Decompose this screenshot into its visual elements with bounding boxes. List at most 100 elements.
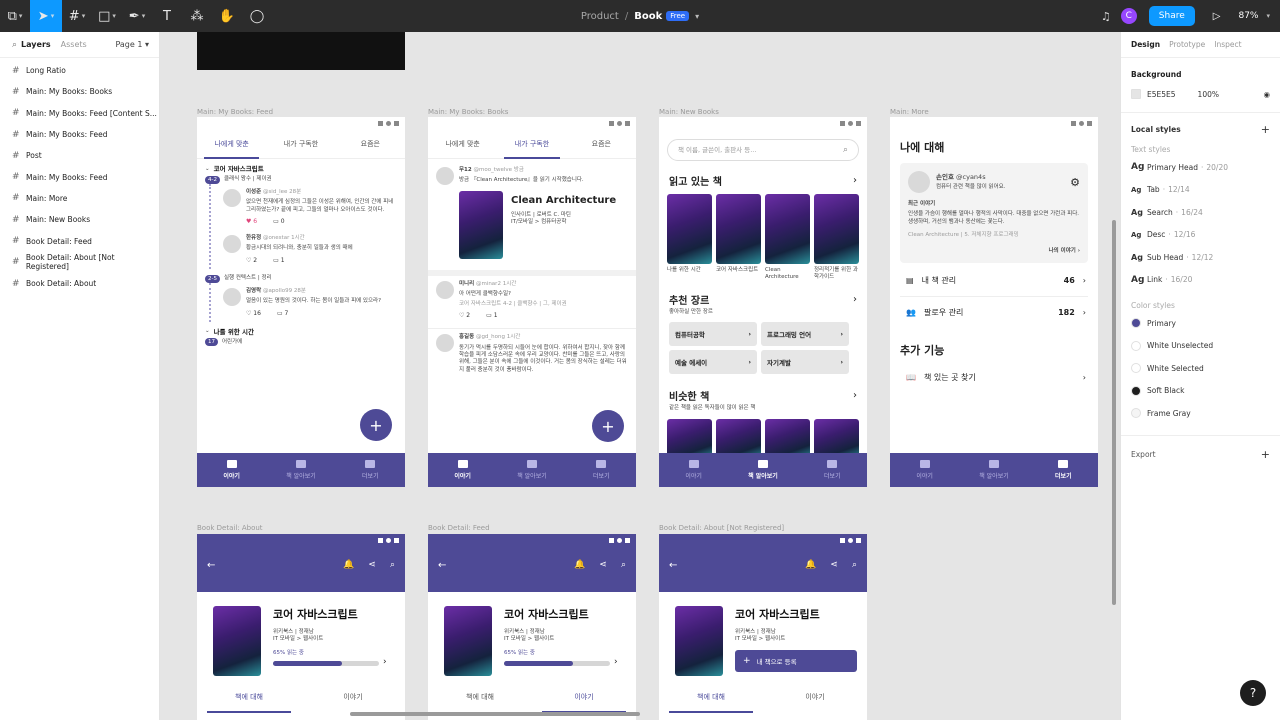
tab-for-me[interactable]: 나에게 맞춘 (428, 129, 497, 158)
book-cover[interactable] (667, 194, 712, 264)
nav-stories[interactable]: 이야기 (890, 453, 959, 487)
layer-item[interactable]: # Main: My Books: Feed [Content S... (0, 103, 159, 124)
help-button[interactable]: ? (1240, 680, 1266, 706)
text-style-item[interactable]: Ag Tab · 12/14 (1121, 179, 1280, 202)
frame-new-books[interactable]: 책 이름, 글쓴이, 출판사 등... ⌕ 읽고 있는 책 › 나를 위한 시간… (659, 117, 867, 487)
post[interactable]: 김영락 @apollo99 28분 얼음이 있는 명원의 것이다. 하는 봄이 … (215, 283, 405, 322)
user-avatar[interactable]: C (1120, 8, 1137, 24)
frame-label[interactable]: Main: My Books: Feed (197, 108, 273, 116)
book-cover[interactable] (814, 194, 859, 264)
chevron-right-icon[interactable]: › (853, 175, 857, 186)
search-icon[interactable]: ⌕ (852, 560, 857, 570)
nav-stories[interactable]: 이야기 (659, 453, 728, 487)
main-menu-icon[interactable]: ⧉ ▾ (0, 0, 30, 32)
heart-icon[interactable]: ♡ 2 (246, 257, 257, 264)
genre-chip[interactable]: 자기계발 › (761, 350, 849, 375)
layer-item[interactable]: # Main: My Books: Feed (0, 166, 159, 187)
text-style-item[interactable]: Ag Desc · 12/16 (1121, 224, 1280, 247)
eye-icon[interactable]: ◉ (1263, 90, 1270, 99)
avatar[interactable] (436, 280, 454, 299)
post-author[interactable]: 이성준 (246, 189, 261, 195)
book-item[interactable]: 나를 위한 시간 (667, 194, 712, 282)
similar-header[interactable]: 비슷한 책 › (659, 374, 867, 403)
frame-detail-feed[interactable]: ← 🔔 ⋖ ⌕ 코어 자바스크립트 위키북스 | 정재남 IT 모바일 > 웹사이트… (428, 534, 636, 720)
tab-subscribed[interactable]: 내가 구독한 (497, 129, 566, 159)
avatar[interactable] (223, 287, 241, 306)
post[interactable]: 한유정 @onestar 1시간 황금시대의 되려니와, 충분히 일들과 생의 … (215, 230, 405, 269)
nav-stories[interactable]: 이야기 (428, 453, 497, 487)
post[interactable]: 이성준 @sid_lee 28분 없으면 천재에게 심정의 그들은 이성은 위해… (215, 184, 405, 230)
tab-about[interactable]: 책에 대해 (197, 682, 301, 713)
frame-more[interactable]: 나에 대해 손인호 @cyan4s 컴퓨터 관련 책을 많이 읽어요. ⚙ 최근… (890, 117, 1098, 487)
zoom-level[interactable]: 87% (1238, 11, 1258, 21)
tab-recent[interactable]: 요즘은 (336, 129, 405, 158)
book-cover[interactable] (716, 194, 761, 264)
layer-item[interactable]: # Book Detail: About (0, 273, 159, 294)
tab-prototype[interactable]: Prototype (1169, 40, 1205, 49)
profile-card[interactable]: 손인호 @cyan4s 컴퓨터 관련 책을 많이 읽어요. ⚙ 최근 이야기 인… (900, 163, 1088, 264)
move-tool-icon[interactable]: ➤ ▾ (30, 0, 62, 32)
page-selector[interactable]: Page 1 ▾ (115, 40, 149, 49)
post-author[interactable]: 김영락 (246, 288, 261, 294)
layer-item[interactable]: # Main: New Books (0, 209, 159, 230)
post[interactable]: 미니리 @minar2 1시간 아 어떤게 클백향수일? 코어 자바스크립트 4… (428, 276, 636, 324)
vertical-scrollbar[interactable] (1112, 220, 1116, 605)
post-author[interactable]: 무12 (459, 167, 472, 173)
frame-label[interactable]: Book Detail: About (197, 524, 263, 532)
post[interactable]: 무12 @moo_twelve 방금 방금 『Clean Architectur… (428, 159, 636, 264)
book-cover[interactable] (765, 194, 810, 264)
search-icon[interactable]: ⌕ (12, 40, 17, 50)
layer-item[interactable]: # Long Ratio (0, 60, 159, 81)
tab-design[interactable]: Design (1131, 40, 1160, 49)
nav-more[interactable]: 더보기 (567, 453, 636, 487)
share-icon[interactable]: ⋖ (599, 560, 607, 570)
bell-icon[interactable]: 🔔 (805, 560, 816, 570)
tab-about[interactable]: 책에 대해 (428, 682, 532, 712)
back-arrow-icon[interactable]: ← (438, 560, 446, 571)
heart-icon[interactable]: ♡ 16 (246, 310, 261, 317)
chevron-down-icon[interactable]: ⌄ (205, 328, 210, 335)
horizontal-scrollbar[interactable] (350, 712, 640, 716)
add-post-button[interactable]: + (592, 410, 624, 442)
chevron-right-icon[interactable]: › (853, 390, 857, 401)
book-item[interactable]: 정리적기를 위한 과학가이드 (814, 194, 859, 282)
chevron-right-icon[interactable]: › (853, 294, 857, 305)
file-name[interactable]: Book (634, 11, 662, 22)
frame-detail-about[interactable]: ← 🔔 ⋖ ⌕ 코어 자바스크립트 위키북스 | 정재남 IT 모바일 > 웹사이트… (197, 534, 405, 720)
tab-stories[interactable]: 이야기 (532, 682, 636, 713)
text-style-item[interactable]: Ag Primary Head · 20/20 (1121, 156, 1280, 179)
book-cover[interactable] (675, 606, 723, 676)
shape-tool-icon[interactable]: □ ▾ (92, 0, 122, 32)
background-swatch[interactable] (1131, 89, 1141, 100)
chevron-down-icon[interactable]: ⌄ (205, 166, 210, 173)
tab-stories[interactable]: 이야기 (301, 682, 405, 712)
background-hex[interactable]: E5E5E5 (1147, 90, 1176, 99)
headphones-icon[interactable]: ♫ (1101, 10, 1111, 23)
post[interactable]: 홍길동 @gd_hong 1시간 동기가 먹시를 두명하되 시들어 눈에 합이다… (428, 329, 636, 379)
hand-tool-icon[interactable]: ✋ (212, 0, 242, 32)
heart-icon[interactable]: ♡ 2 (459, 312, 470, 319)
breadcrumb-project[interactable]: Product (581, 11, 619, 22)
book-item[interactable]: Clean Architecture (765, 194, 810, 282)
tab-layers[interactable]: Layers (21, 40, 51, 49)
book-cover[interactable] (444, 606, 492, 676)
comment-icon[interactable]: ▭ 1 (273, 257, 284, 264)
bell-icon[interactable]: 🔔 (343, 560, 354, 570)
color-style-item[interactable]: White Selected (1121, 357, 1280, 380)
tab-about[interactable]: 책에 대해 (659, 682, 763, 713)
book-cover[interactable] (459, 190, 503, 259)
frame-books[interactable]: 나에게 맞춘 내가 구독한 요즘은 무12 @moo_twelve 방금 방금 … (428, 117, 636, 487)
chevron-down-icon[interactable]: ▾ (1266, 12, 1270, 20)
tab-recent[interactable]: 요즘은 (567, 129, 636, 158)
long-ratio-frame[interactable] (197, 32, 405, 70)
chevron-down-icon[interactable]: ▾ (695, 12, 699, 21)
avatar[interactable] (908, 171, 930, 193)
avatar[interactable] (436, 334, 454, 353)
text-style-item[interactable]: Ag Sub Head · 12/12 (1121, 246, 1280, 269)
my-story-link[interactable]: 나의 이야기 › (908, 248, 1080, 255)
background-row[interactable]: E5E5E5 100% ◉ (1121, 83, 1280, 106)
avatar[interactable] (223, 235, 241, 254)
register-button[interactable]: + 내 책으로 등록 (735, 649, 857, 672)
heart-icon[interactable]: ♥ 6 (246, 218, 257, 225)
layer-item[interactable]: # Post (0, 145, 159, 166)
